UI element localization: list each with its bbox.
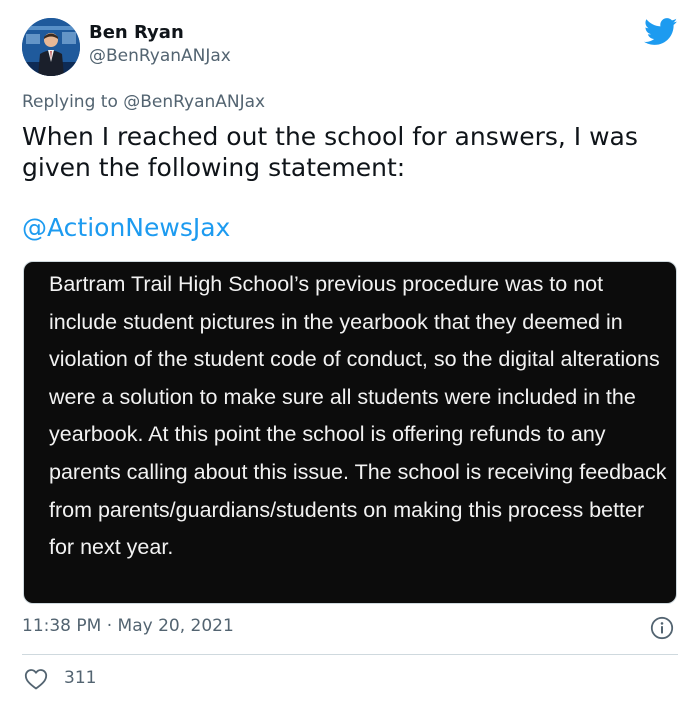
author-avatar[interactable] (22, 18, 80, 76)
tweet-card: Ben Ryan @BenRyanANJax Replying to @BenR… (0, 0, 700, 708)
tweet-timestamp[interactable]: 11:38 PM · May 20, 2021 (22, 616, 234, 636)
statement-text: Bartram Trail High School’s previous pro… (49, 272, 667, 560)
news-anchor-avatar-icon (22, 18, 80, 76)
heart-icon[interactable] (24, 668, 48, 690)
author-name[interactable]: Ben Ryan (89, 22, 184, 43)
replying-to-mention[interactable]: @BenRyanANJax (123, 92, 265, 112)
statement-image[interactable]: Bartram Trail High School’s previous pro… (23, 261, 677, 604)
info-icon[interactable] (650, 616, 674, 640)
replying-to: Replying to @BenRyanANJax (22, 92, 265, 112)
replying-to-label: Replying to (22, 92, 118, 112)
tweet-body: When I reached out the school for answer… (22, 122, 638, 182)
tweet-mention-link[interactable]: @ActionNewsJax (22, 212, 230, 243)
twitter-bird-icon[interactable] (644, 18, 678, 46)
like-count[interactable]: 311 (64, 668, 96, 688)
author-handle[interactable]: @BenRyanANJax (89, 46, 231, 66)
divider (22, 654, 678, 655)
